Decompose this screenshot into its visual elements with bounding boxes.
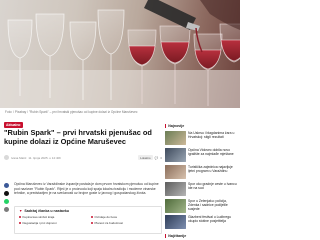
wine-glasses-photo-icon [0, 0, 240, 108]
news-title[interactable]: Na Uskrsu i blagdanima žara u Hrvatskoj:… [188, 131, 237, 139]
news-thumbnail[interactable] [165, 215, 186, 230]
toc-heading: Sadržaj članka u nastavku [24, 209, 70, 213]
news-title[interactable]: Turistička zajednica najavljuje ljetni p… [188, 165, 237, 173]
news-title[interactable]: Spor oko gradnje ceste u Ivancu ide na s… [188, 182, 237, 190]
comment-icon[interactable]: 💬 [155, 156, 159, 160]
popular-heading: Najčitanije [165, 234, 186, 238]
accent-bar [165, 234, 167, 238]
bullet-icon [91, 216, 93, 218]
x-share-icon[interactable] [4, 191, 9, 196]
news-thumbnail[interactable] [165, 147, 186, 162]
list-item[interactable]: Glazbeni festival u Ludbregu okupio stot… [165, 215, 237, 231]
latest-news-list: Na Uskrsu i blagdanima žara u Hrvatskoj:… [165, 131, 237, 232]
comment-count: 0 [160, 155, 162, 160]
hero-image [0, 0, 240, 108]
list-item[interactable]: Spor oko gradnje ceste u Ivancu ide na s… [165, 181, 237, 198]
toc-item[interactable]: Planovi za budućnost [91, 221, 157, 225]
article-lead: Općina Maruševec iz Varaždinske županije… [14, 182, 159, 196]
bullet-icon [19, 221, 21, 224]
news-title[interactable]: Općina Vidovec dobila novo igralište za … [188, 148, 237, 156]
whatsapp-share-icon[interactable] [4, 199, 9, 204]
email-share-icon[interactable] [4, 207, 9, 212]
bullet-icon [19, 216, 21, 218]
news-thumbnail[interactable] [165, 164, 186, 179]
latest-heading: Najnovije [165, 124, 184, 128]
toc-header[interactable]: ▼ Sadržaj članka u nastavku [19, 209, 157, 213]
author-name[interactable]: Ivana Matić [11, 156, 26, 160]
news-title[interactable]: Glazbeni festival u Ludbregu okupio stot… [188, 215, 237, 223]
article-meta: Ivana Matić 11. lipnja 2025. u 12:40h Lo… [4, 155, 162, 160]
tag-badge[interactable]: Lokalno [138, 155, 153, 160]
bullet-icon [91, 221, 93, 224]
news-thumbnail[interactable] [165, 131, 186, 145]
table-of-contents: ▼ Sadržaj članka u nastavku Kupina kao s… [14, 206, 162, 234]
article-title: "Rubin Spark" – prvi hrvatski pjenušac o… [4, 128, 152, 146]
toc-item[interactable]: Degustacija i prvi dojmovi [19, 221, 85, 225]
accent-bar [165, 124, 167, 128]
list-item[interactable]: Turistička zajednica najavljuje ljetni p… [165, 164, 237, 181]
share-bar [4, 183, 9, 212]
list-item[interactable]: Na Uskrsu i blagdanima žara u Hrvatskoj:… [165, 131, 237, 147]
chevron-down-icon: ▼ [19, 209, 23, 213]
list-item[interactable]: Općina Vidovec dobila novo igralište za … [165, 147, 237, 164]
facebook-share-icon[interactable] [4, 183, 9, 188]
news-title[interactable]: Spor u Zelenjaku: policija, Zdenka i sad… [188, 199, 237, 211]
news-thumbnail[interactable] [165, 181, 186, 196]
toc-item[interactable]: Od ideje do boce [91, 215, 157, 219]
toc-item[interactable]: Kupina kao simbol kraja [19, 215, 85, 219]
toc-list: Kupina kao simbol kraja Od ideje do boce… [19, 215, 157, 225]
author-avatar [4, 155, 9, 160]
news-thumbnail[interactable] [165, 198, 186, 213]
image-caption: Foto: / Pixabay / "Rubin Spark" – prvi h… [5, 110, 138, 114]
publish-date: 11. lipnja 2025. u 12:40h [28, 155, 61, 160]
list-item[interactable]: Spor u Zelenjaku: policija, Zdenka i sad… [165, 198, 237, 215]
